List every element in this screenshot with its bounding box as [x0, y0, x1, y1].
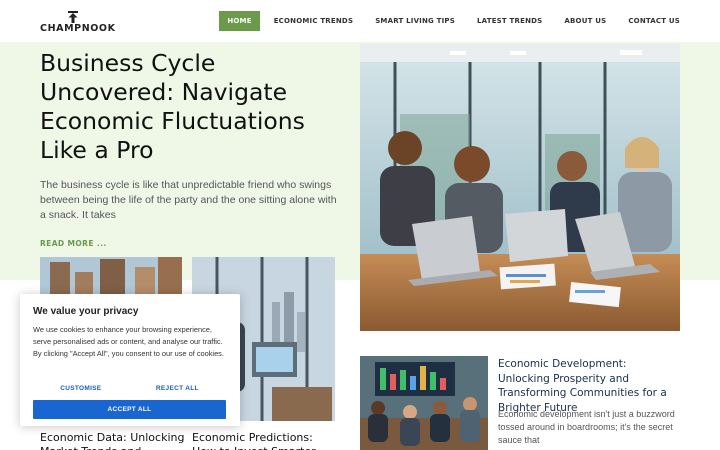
- post-thumbnail-economic-development[interactable]: [360, 356, 488, 450]
- featured-post-image[interactable]: [360, 44, 680, 331]
- read-more-link[interactable]: READ MORE ...: [40, 239, 107, 248]
- grid-post-title-2[interactable]: Economic Predictions: How to Invest Smar…: [192, 431, 337, 450]
- cookie-title: We value your privacy: [33, 306, 139, 317]
- cookie-secondary-actions: CUSTOMISE REJECT ALL: [33, 383, 226, 394]
- cookie-consent-banner: We value your privacy We use cookies to …: [20, 294, 240, 426]
- main-nav: HOME ECONOMIC TRENDS SMART LIVING TIPS L…: [219, 11, 680, 31]
- page: CHAMPNOOK HOME ECONOMIC TRENDS SMART LIV…: [0, 0, 720, 450]
- site-logo[interactable]: CHAMPNOOK: [40, 11, 115, 34]
- nav-economic-trends[interactable]: ECONOMIC TRENDS: [263, 11, 364, 31]
- nav-smart-living-tips[interactable]: SMART LIVING TIPS: [364, 11, 466, 31]
- cookie-description: We use cookies to enhance your browsing …: [33, 325, 224, 359]
- featured-post-excerpt: The business cycle is like that unpredic…: [40, 179, 337, 221]
- side-post-title[interactable]: Economic Development: Unlocking Prosperi…: [498, 357, 680, 415]
- reject-all-button[interactable]: REJECT ALL: [152, 383, 203, 394]
- side-post-excerpt: Economic development isn't just a buzzwo…: [498, 409, 675, 445]
- brand-name: CHAMPNOOK: [40, 23, 116, 34]
- accept-all-button[interactable]: ACCEPT ALL: [33, 400, 226, 419]
- grid-post-title-1[interactable]: Economic Data: Unlocking Market Trends a…: [40, 431, 185, 450]
- site-header: CHAMPNOOK HOME ECONOMIC TRENDS SMART LIV…: [0, 0, 720, 42]
- customise-button[interactable]: CUSTOMISE: [56, 383, 105, 394]
- nav-home[interactable]: HOME: [219, 11, 260, 31]
- featured-post-title[interactable]: Business Cycle Uncovered: Navigate Econo…: [40, 49, 340, 165]
- nav-contact-us[interactable]: CONTACT US: [617, 11, 680, 31]
- arrow-up-logo-icon: [68, 11, 78, 23]
- nav-latest-trends[interactable]: LATEST TRENDS: [466, 11, 553, 31]
- nav-about-us[interactable]: ABOUT US: [553, 11, 617, 31]
